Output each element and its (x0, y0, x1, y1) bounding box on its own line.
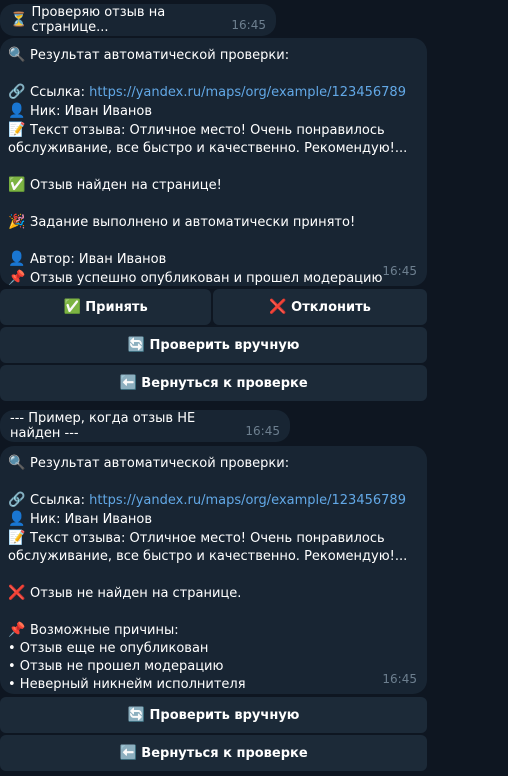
result-message-found: 🔍 Результат автоматической проверки: 🔗 Ссы… (0, 38, 427, 286)
hourglass-icon: ⏳ (10, 12, 28, 28)
magnifier-icon: 🔍 (8, 455, 26, 471)
separator-message: --- Пример, когда отзыв НЕ найден --- 16… (0, 410, 290, 442)
left-arrow-icon: ⬅️ (119, 375, 138, 391)
memo-icon: 📝 (8, 530, 26, 546)
review-text-line-1: Текст отзыва: Отличное место! Очень понр… (30, 123, 385, 138)
review-text-line-1: Текст отзыва: Отличное место! Очень понр… (30, 531, 385, 546)
back-button[interactable]: ⬅️ Вернуться к проверке (0, 365, 427, 401)
link-icon: 🔗 (8, 84, 26, 100)
back-label: Вернуться к проверке (141, 375, 308, 391)
refresh-icon: 🔄 (127, 707, 146, 723)
result-header: Результат автоматической проверки: (30, 48, 290, 63)
reasons-title: Возможные причины: (30, 623, 179, 638)
back-label: Вернуться к проверке (141, 745, 308, 761)
party-popper-icon: 🎉 (8, 214, 26, 230)
pushpin-icon: 📌 (8, 622, 26, 638)
refresh-icon: 🔄 (127, 337, 146, 353)
user-icon: 👤 (8, 511, 26, 527)
magnifier-icon: 🔍 (8, 47, 26, 63)
nick-text: Ник: Иван Иванов (30, 512, 153, 527)
nick-text: Ник: Иван Иванов (30, 104, 153, 119)
accept-label: Принять (85, 299, 148, 315)
status-message: ⏳ Проверяю отзыв на странице... 16:45 (0, 4, 276, 36)
link-label: Ссылка: (30, 493, 90, 508)
review-link[interactable]: https://yandex.ru/maps/org/example/12345… (89, 493, 406, 508)
separator-text: --- Пример, когда отзыв НЕ найден --- (10, 411, 196, 441)
accept-button[interactable]: ✅ Принять (0, 289, 211, 325)
result-header: Результат автоматической проверки: (30, 456, 290, 471)
message-time: 16:45 (231, 18, 266, 32)
reject-label: Отклонить (291, 299, 371, 315)
review-link[interactable]: https://yandex.ru/maps/org/example/12345… (89, 85, 406, 100)
not-found-text: Отзыв не найден на странице. (30, 586, 242, 601)
message-time: 16:45 (382, 264, 417, 278)
check-manual-label: Проверить вручную (149, 707, 300, 723)
memo-icon: 📝 (8, 122, 26, 138)
author-text: Автор: Иван Иванов (30, 252, 167, 267)
review-text-line-2: обслуживание, все быстро и качественно. … (8, 549, 408, 564)
cross-mark-icon: ❌ (269, 299, 287, 315)
cross-mark-icon: ❌ (8, 585, 26, 601)
check-manual-button[interactable]: 🔄 Проверить вручную (0, 327, 427, 363)
user-icon: 👤 (8, 103, 26, 119)
message-time: 16:45 (382, 672, 417, 686)
found-text: Отзыв найден на странице! (30, 178, 222, 193)
message-time: 16:45 (245, 424, 280, 438)
review-text-line-2: обслуживание, все быстро и качественно. … (8, 141, 408, 156)
reason-item: • Отзыв еще не опубликован (8, 641, 209, 656)
reason-item: • Неверный никнейм исполнителя (8, 677, 246, 692)
published-text: Отзыв успешно опубликован и прошел модер… (30, 271, 383, 286)
user-icon: 👤 (8, 251, 26, 267)
reject-button[interactable]: ❌ Отклонить (213, 289, 427, 325)
result-message-not-found: 🔍 Результат автоматической проверки: 🔗 Ссы… (0, 446, 427, 694)
left-arrow-icon: ⬅️ (119, 745, 138, 761)
pushpin-icon: 📌 (8, 270, 26, 286)
status-text: Проверяю отзыв на странице... (31, 5, 166, 35)
check-mark-icon: ✅ (63, 299, 82, 315)
check-manual-button[interactable]: 🔄 Проверить вручную (0, 697, 427, 733)
reason-item: • Отзыв не прошел модерацию (8, 659, 224, 674)
done-text: Задание выполнено и автоматически принят… (30, 215, 356, 230)
check-mark-icon: ✅ (8, 177, 26, 193)
link-label: Ссылка: (30, 85, 90, 100)
check-manual-label: Проверить вручную (149, 337, 300, 353)
link-icon: 🔗 (8, 492, 26, 508)
back-button[interactable]: ⬅️ Вернуться к проверке (0, 735, 427, 771)
